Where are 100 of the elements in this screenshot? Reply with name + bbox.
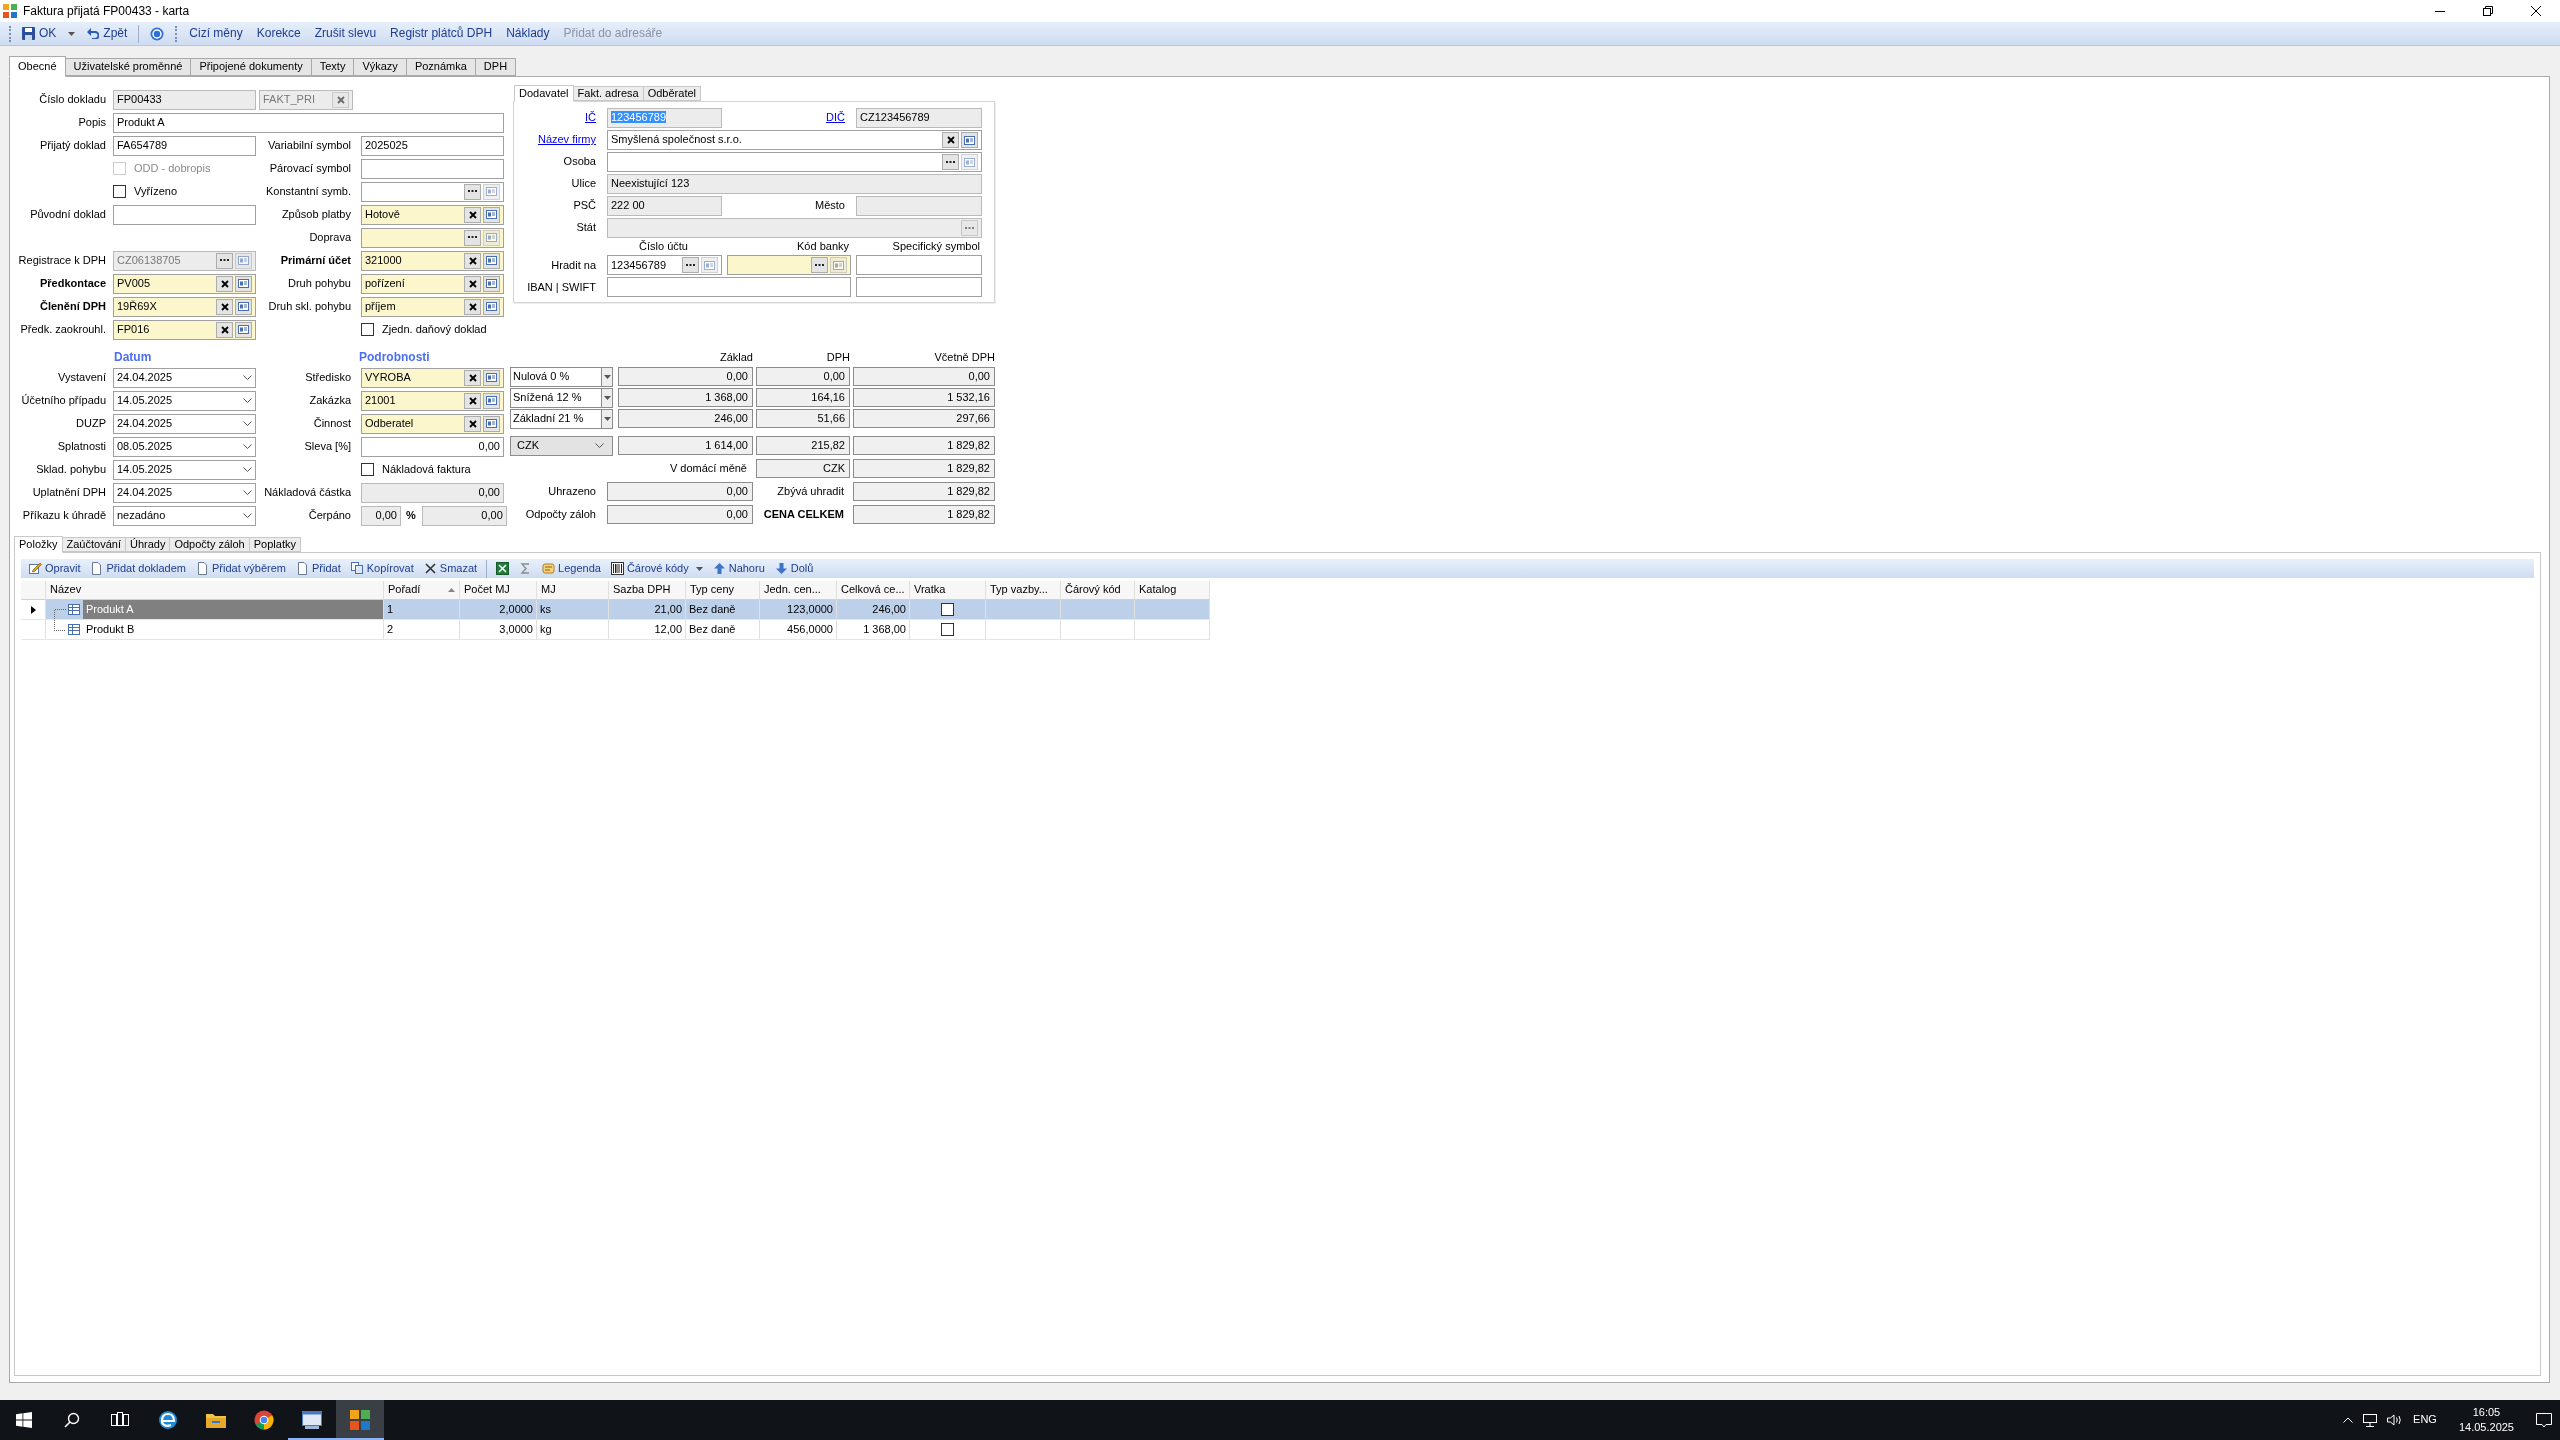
toolbar-link[interactable]: Registr plátců DPH <box>385 26 498 41</box>
lookup-field[interactable]: 321000 <box>361 250 504 271</box>
clock-time[interactable]: 16:05 <box>2458 1405 2514 1420</box>
field-link[interactable]: DIČ <box>826 111 845 124</box>
currency-select[interactable]: CZK <box>510 435 613 456</box>
close-icon[interactable] <box>2531 6 2541 16</box>
clear-button[interactable] <box>216 298 233 315</box>
tab[interactable]: Úhrady <box>125 537 171 552</box>
input-field[interactable] <box>856 255 982 276</box>
back-button[interactable]: Zpět <box>83 26 132 41</box>
input-field[interactable]: FP00433 <box>113 89 256 110</box>
lookup-field[interactable]: pořízení <box>361 273 504 294</box>
input-field[interactable] <box>113 204 256 225</box>
date-field[interactable]: 24.04.2025 <box>113 367 256 388</box>
column-header[interactable]: Čárový kód <box>1061 581 1135 600</box>
rate-select[interactable]: Snížená 12 % <box>510 387 613 408</box>
lookup-field[interactable]: 19Ř69X <box>113 296 256 317</box>
ok-button[interactable]: OK <box>18 26 61 41</box>
checkbox[interactable] <box>941 603 954 616</box>
list-button[interactable] <box>483 206 500 223</box>
list-button[interactable] <box>483 252 500 269</box>
volume-icon[interactable] <box>2387 1414 2404 1426</box>
toolbar-button[interactable]: Kopírovat <box>346 561 418 576</box>
tab[interactable]: Položky <box>14 536 63 553</box>
tab[interactable]: Obecné <box>9 56 66 77</box>
input-field[interactable]: Neexistující 123 <box>607 174 982 194</box>
toolbar-button[interactable]: Legenda <box>538 561 605 576</box>
column-header[interactable]: Počet MJ <box>460 581 537 600</box>
input-field[interactable]: CZ123456789 <box>856 108 982 128</box>
lookup-field[interactable]: Hotově <box>361 204 504 225</box>
lookup-field[interactable] <box>607 152 982 172</box>
toolbar-button[interactable]: Přidat dokladem <box>86 561 190 576</box>
column-header[interactable]: Pořadí <box>384 581 460 600</box>
lookup-field[interactable]: Smyšlená společnost s.r.o. <box>607 130 982 150</box>
column-header[interactable]: Katalog <box>1135 581 1210 600</box>
list-button[interactable] <box>961 132 978 148</box>
field-link[interactable]: Název firmy <box>537 133 596 146</box>
tab[interactable]: Odpočty záloh <box>170 537 250 552</box>
tab[interactable]: Odběratel <box>643 86 701 101</box>
notification-icon[interactable] <box>2536 1412 2552 1428</box>
input-field[interactable] <box>856 277 982 298</box>
column-header[interactable]: Typ vazby... <box>986 581 1061 600</box>
lookup-field[interactable]: příjem <box>361 296 504 317</box>
network-icon[interactable] <box>2363 1413 2378 1427</box>
date-field[interactable]: 24.04.2025 <box>113 482 256 503</box>
tab[interactable]: Zaúčtování <box>62 537 126 552</box>
clear-button[interactable] <box>216 275 233 292</box>
browse-button[interactable] <box>811 257 828 274</box>
browse-button[interactable] <box>682 257 699 274</box>
list-button[interactable] <box>483 392 500 409</box>
rate-select[interactable]: Nulová 0 % <box>510 366 613 387</box>
checkbox[interactable] <box>361 463 374 476</box>
input-field[interactable]: 0,00 <box>361 436 504 457</box>
toolbar-link[interactable]: Korekce <box>251 26 306 41</box>
date-field[interactable]: 08.05.2025 <box>113 436 256 457</box>
list-button[interactable] <box>483 415 500 432</box>
input-field[interactable]: 0,00 <box>361 505 401 526</box>
clear-button[interactable] <box>464 298 481 315</box>
browse-button[interactable] <box>942 154 959 170</box>
lookup-field[interactable]: FP016 <box>113 319 256 340</box>
clock-date[interactable]: 14.05.2025 <box>2458 1420 2514 1435</box>
clear-button[interactable] <box>464 206 481 223</box>
tab[interactable]: Fakt. adresa <box>573 86 644 101</box>
list-button[interactable] <box>235 298 252 315</box>
browse-button[interactable] <box>464 229 481 246</box>
date-field[interactable]: 14.05.2025 <box>113 459 256 480</box>
column-header[interactable]: Jedn. cen... <box>760 581 837 600</box>
input-field[interactable] <box>361 158 504 179</box>
toolbar-link[interactable]: Náklady <box>501 26 555 41</box>
tab[interactable]: Poplatky <box>249 537 301 552</box>
lookup-field[interactable]: Odberatel <box>361 413 504 434</box>
column-header[interactable]: Typ ceny <box>686 581 760 600</box>
list-button[interactable] <box>483 369 500 386</box>
lookup-field[interactable]: FAKT_PRI <box>259 89 353 110</box>
browse-button[interactable] <box>464 183 481 200</box>
input-field[interactable]: 0,00 <box>421 505 507 526</box>
list-button[interactable] <box>235 275 252 292</box>
clear-button[interactable] <box>942 132 959 148</box>
clear-button[interactable] <box>464 392 481 409</box>
tab[interactable]: Uživatelské proměnné <box>65 58 192 76</box>
date-field[interactable]: nezadáno <box>113 505 256 526</box>
toolbar-button[interactable]: Opravit <box>25 561 85 576</box>
list-button[interactable] <box>483 298 500 315</box>
date-field[interactable]: 24.04.2025 <box>113 413 256 434</box>
toolbar-button[interactable]: Dolů <box>770 561 818 576</box>
checkbox[interactable] <box>941 623 954 636</box>
checkbox[interactable] <box>361 323 374 336</box>
input-field[interactable] <box>856 196 982 216</box>
column-header[interactable]: Celková ce... <box>837 581 910 600</box>
rate-select[interactable]: Základní 21 % <box>510 408 613 429</box>
input-field[interactable]: 222 00 <box>607 196 722 216</box>
tab[interactable]: Poznámka <box>406 58 476 76</box>
clear-button[interactable] <box>216 321 233 338</box>
chevron-up-icon[interactable] <box>2343 1417 2354 1423</box>
lookup-field[interactable] <box>607 218 982 238</box>
tab[interactable]: Připojené dokumenty <box>191 58 312 76</box>
checkbox[interactable] <box>113 185 126 198</box>
column-header[interactable]: Sazba DPH <box>609 581 686 600</box>
lookup-field[interactable]: 123456789 <box>607 255 722 276</box>
toolbar-button[interactable]: Nahoru <box>708 561 769 576</box>
